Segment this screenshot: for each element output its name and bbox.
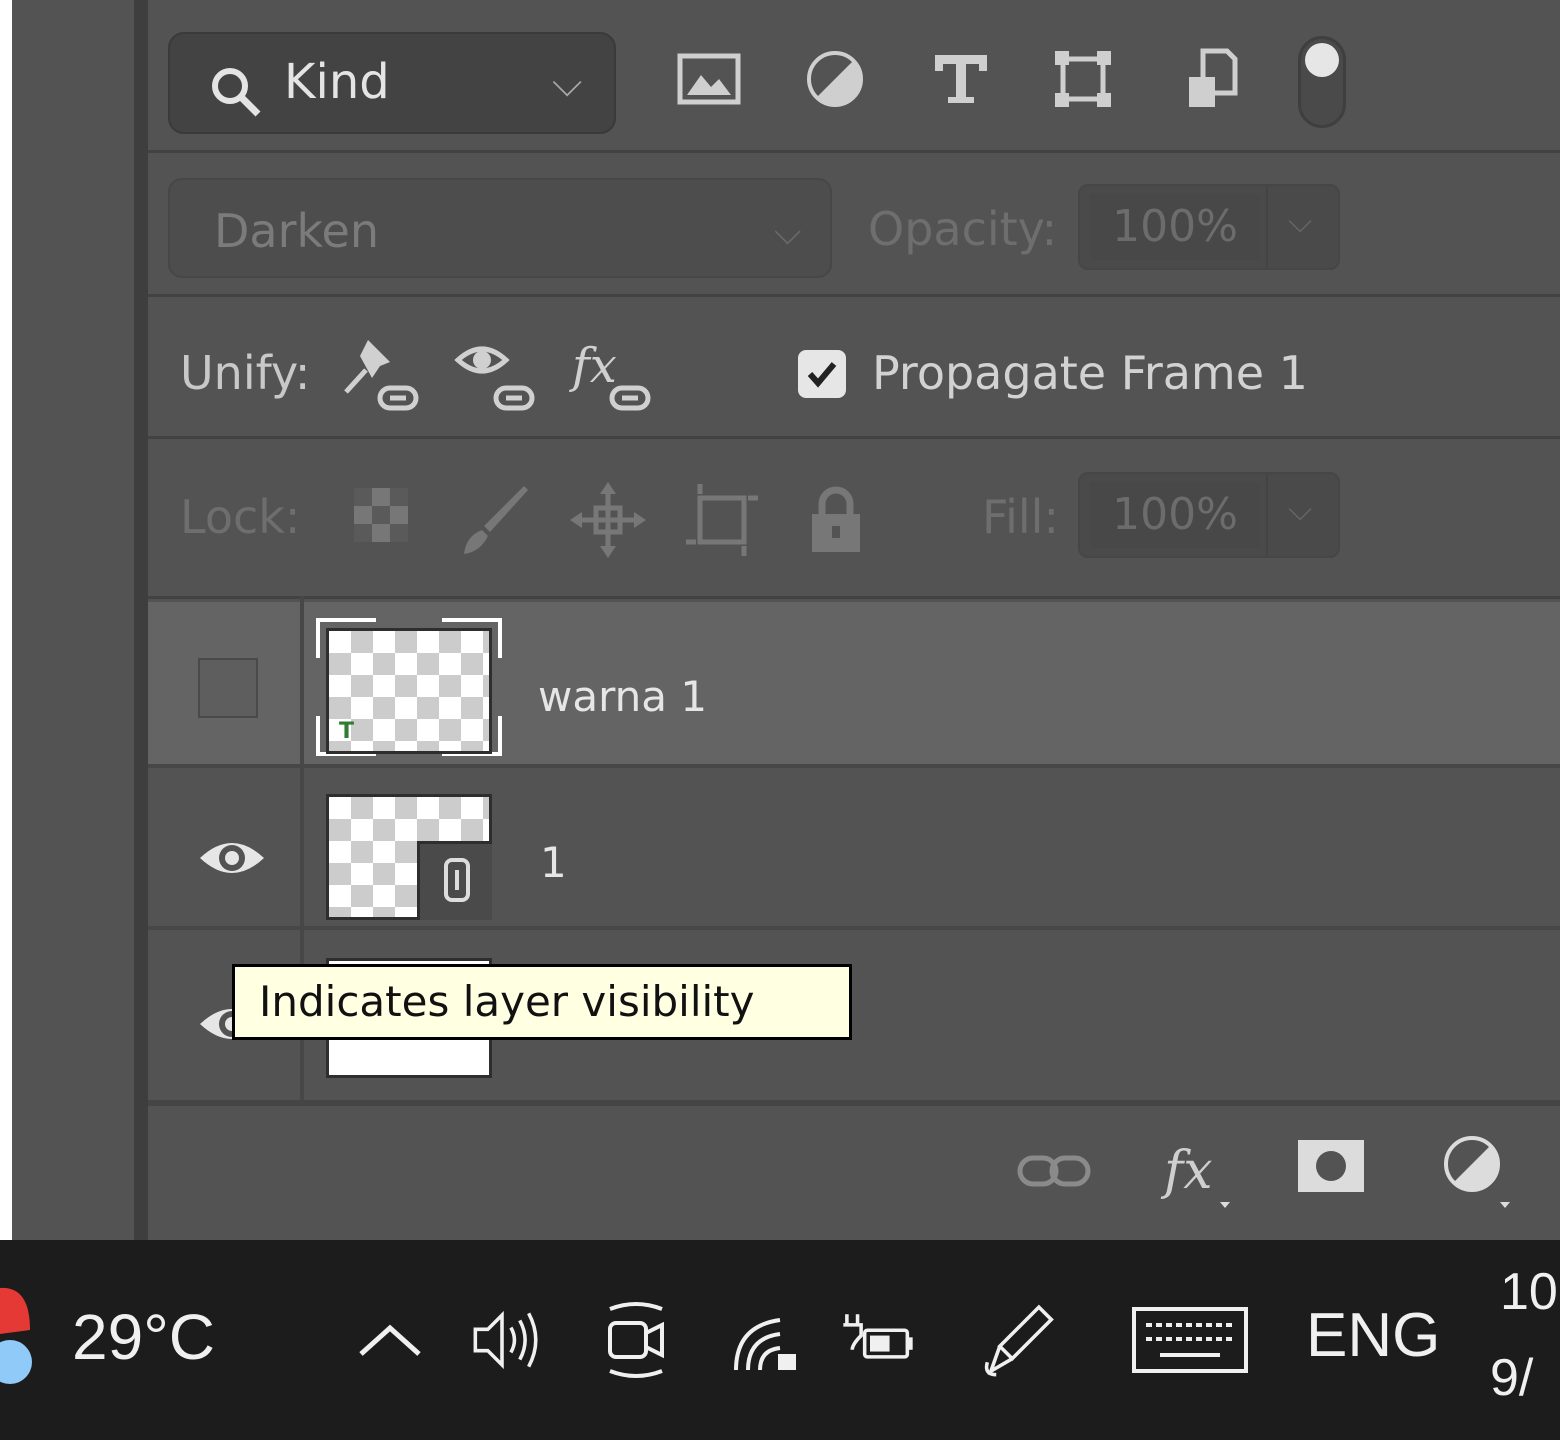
chevron-down-icon: ⌵ (552, 60, 583, 106)
wifi-icon[interactable] (728, 1290, 808, 1390)
chevron-up-icon[interactable] (350, 1290, 430, 1390)
unify-style-icon[interactable]: fx (568, 330, 658, 420)
unify-position-icon[interactable] (338, 330, 428, 420)
lock-label: Lock: (180, 490, 301, 544)
separator (148, 596, 1560, 599)
keyboard-icon[interactable] (1128, 1290, 1252, 1390)
smart-object-badge (417, 841, 492, 920)
fill-field[interactable]: 100% ⌵ (1078, 472, 1340, 558)
blend-mode-value: Darken (214, 204, 379, 258)
battery-icon[interactable] (838, 1290, 918, 1390)
lock-all-icon[interactable] (796, 480, 876, 560)
tooltip: Indicates layer visibility (232, 964, 852, 1040)
fill-value[interactable]: 100% (1090, 482, 1260, 548)
chevron-down-icon[interactable]: ⌵ (1288, 202, 1312, 241)
layer-visibility-toggle[interactable] (198, 658, 258, 718)
chevron-down-icon: ⌵ (774, 212, 802, 253)
svg-text:fx: fx (1160, 1141, 1213, 1201)
chevron-down-icon[interactable]: ⌵ (1288, 490, 1312, 529)
language-indicator[interactable]: ENG (1306, 1300, 1440, 1371)
pixel-layer-filter-icon[interactable] (674, 44, 744, 114)
new-adjustment-layer-icon[interactable] (1436, 1130, 1516, 1210)
unify-visibility-icon[interactable] (452, 330, 542, 420)
lock-artboard-icon[interactable] (682, 480, 762, 560)
layer-name[interactable]: warna 1 (538, 672, 707, 721)
kind-filter-select[interactable]: Kind ⌵ (168, 32, 616, 134)
opacity-label: Opacity: (868, 202, 1058, 256)
volume-icon[interactable] (470, 1290, 550, 1390)
type-layer-filter-icon[interactable] (926, 44, 996, 114)
lock-image-pixels-icon[interactable] (456, 480, 536, 560)
weather-icon[interactable] (0, 1280, 34, 1390)
left-panel-strip (12, 0, 136, 1240)
layer-style-fx-icon[interactable]: fx (1158, 1130, 1238, 1210)
lock-position-icon[interactable] (568, 480, 648, 560)
blend-mode-select[interactable]: Darken ⌵ (168, 178, 832, 278)
svg-text:fx: fx (569, 338, 617, 394)
panel-divider[interactable] (134, 0, 148, 1240)
temperature[interactable]: 29°C (72, 1300, 215, 1374)
separator (148, 150, 1560, 153)
eye-icon[interactable] (196, 834, 268, 882)
propagate-frame-label[interactable]: Propagate Frame 1 (872, 346, 1308, 400)
shape-layer-filter-icon[interactable] (1048, 44, 1118, 114)
type-layer-badge: T (339, 719, 355, 744)
lock-transparent-pixels-icon[interactable] (346, 480, 426, 560)
adjustment-layer-filter-icon[interactable] (800, 44, 870, 114)
filter-toggle-icon[interactable] (1298, 36, 1346, 128)
left-edge (0, 0, 12, 1240)
clock-time[interactable]: 10 (1500, 1262, 1558, 1322)
link-layers-icon[interactable] (1014, 1130, 1094, 1210)
layer-thumbnail[interactable] (326, 794, 492, 920)
kind-filter-label: Kind (284, 54, 390, 110)
smart-object-filter-icon[interactable] (1176, 44, 1246, 114)
fill-label: Fill: (982, 490, 1059, 544)
propagate-frame-checkbox[interactable] (798, 350, 846, 398)
separator (148, 1100, 1560, 1106)
separator (148, 436, 1560, 439)
layer-thumbnail[interactable]: T (326, 628, 492, 754)
opacity-value[interactable]: 100% (1090, 194, 1260, 260)
camera-icon[interactable] (596, 1290, 676, 1390)
unify-label: Unify: (180, 346, 311, 400)
clock-date[interactable]: 9/ (1490, 1348, 1533, 1408)
pen-icon[interactable] (982, 1290, 1062, 1390)
layer-name[interactable]: 1 (540, 838, 567, 887)
separator (148, 294, 1560, 297)
opacity-field[interactable]: 100% ⌵ (1078, 184, 1340, 270)
add-mask-icon[interactable] (1292, 1130, 1372, 1210)
search-icon (208, 64, 264, 124)
